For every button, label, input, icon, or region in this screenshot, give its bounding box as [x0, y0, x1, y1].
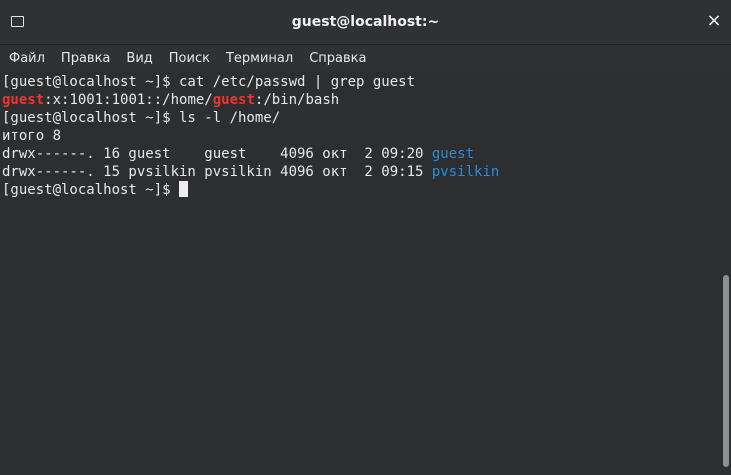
prompt-text: [guest@localhost ~]$ — [2, 182, 180, 198]
terminal-line: [guest@localhost ~]$ — [0, 181, 721, 199]
command-text: [guest@localhost ~]$ cat /etc/passwd | g… — [2, 74, 416, 90]
output-text: drwx------. 15 pvsilkin pvsilkin 4096 ок… — [2, 164, 432, 180]
terminal-line: [guest@localhost ~]$ cat /etc/passwd | g… — [0, 73, 721, 91]
close-icon[interactable]: × — [705, 12, 723, 30]
title-bar[interactable]: guest@localhost:~ × — [0, 0, 731, 45]
menu-terminal[interactable]: Терминал — [218, 45, 301, 72]
grep-match: guest — [2, 92, 45, 108]
window-title: guest@localhost:~ — [291, 14, 440, 30]
directory-name: guest — [431, 146, 475, 162]
scrollbar[interactable] — [721, 72, 731, 475]
output-text: :x:1001:1001::/home/ — [44, 92, 213, 108]
terminal-line: drwx------. 16 guest guest 4096 окт 2 09… — [0, 145, 721, 163]
menu-view[interactable]: Вид — [118, 45, 160, 72]
menu-bar: Файл Правка Вид Поиск Терминал Справка — [0, 45, 731, 72]
terminal-line: итого 8 — [0, 127, 721, 145]
grep-match: guest — [212, 92, 255, 108]
menu-search[interactable]: Поиск — [161, 45, 218, 72]
output-text: :/bin/bash — [254, 92, 340, 108]
output-text: итого 8 — [2, 128, 62, 144]
terminal-line: [guest@localhost ~]$ ls -l /home/ — [0, 109, 721, 127]
terminal-line: guest:x:1001:1001::/home/guest:/bin/bash — [0, 91, 721, 109]
terminal-window: guest@localhost:~ × Файл Правка Вид Поис… — [0, 0, 731, 475]
text-cursor — [179, 181, 189, 197]
menu-edit[interactable]: Правка — [53, 45, 118, 72]
terminal-line: drwx------. 15 pvsilkin pvsilkin 4096 ок… — [0, 163, 721, 181]
menu-help[interactable]: Справка — [301, 45, 374, 72]
menu-file[interactable]: Файл — [1, 45, 53, 72]
command-text: [guest@localhost ~]$ ls -l /home/ — [2, 110, 281, 126]
output-text: drwx------. 16 guest guest 4096 окт 2 09… — [2, 146, 432, 162]
directory-name: pvsilkin — [431, 164, 500, 180]
terminal-output[interactable]: [guest@localhost ~]$ cat /etc/passwd | g… — [0, 72, 721, 475]
scrollbar-thumb[interactable] — [723, 275, 729, 467]
